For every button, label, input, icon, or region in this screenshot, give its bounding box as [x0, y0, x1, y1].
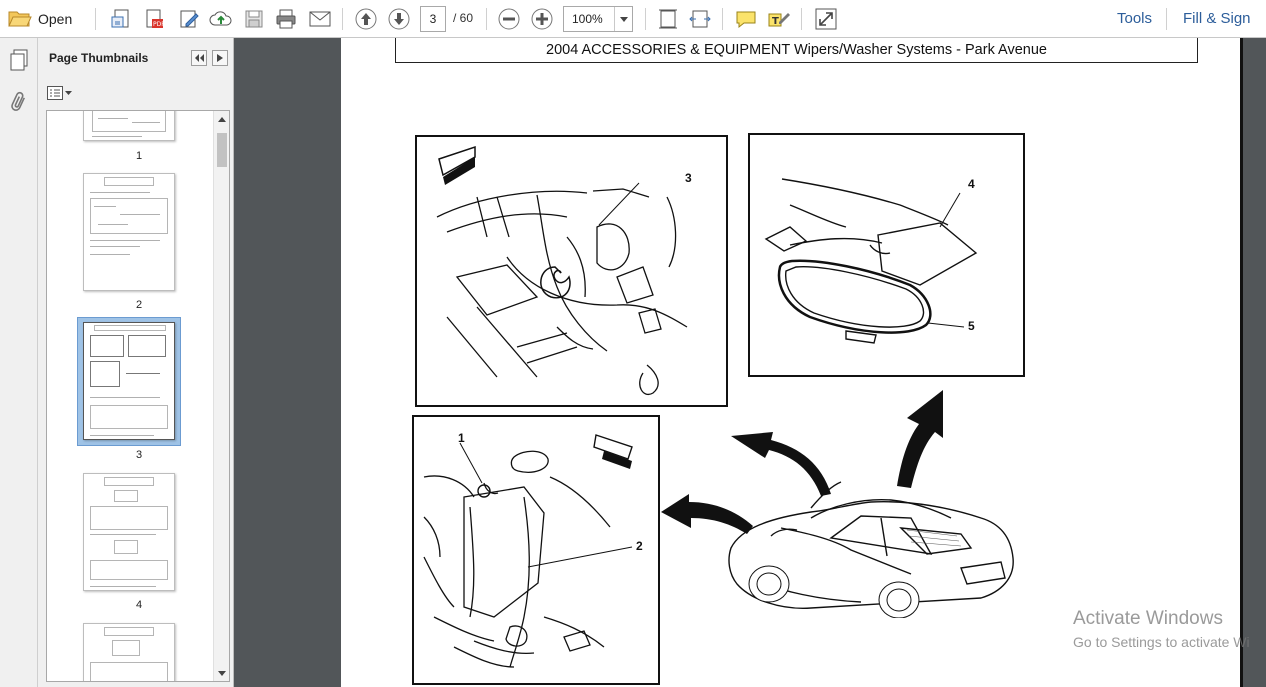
page-total: / 60 [453, 11, 474, 25]
fit-width-button[interactable] [687, 6, 713, 32]
next-page-button[interactable] [386, 6, 412, 32]
create-pdf-button[interactable] [108, 6, 134, 32]
callout-number: 3 [685, 171, 692, 185]
activation-watermark-text: Go to Settings to activate Wi [1073, 634, 1250, 650]
toolbar-separator [486, 8, 487, 30]
previous-page-button[interactable] [353, 6, 379, 32]
create-pdf-icon [111, 9, 129, 28]
scrollbar-thumb[interactable] [217, 133, 227, 167]
email-button[interactable] [307, 6, 333, 32]
panel-arrow-button[interactable] [212, 50, 228, 66]
panel-title: Page Thumbnails [49, 51, 149, 65]
washer-reservoir-illustration: 1 2 [412, 415, 660, 685]
print-button[interactable] [273, 6, 299, 32]
svg-text:T: T [772, 16, 779, 27]
comment-button[interactable] [733, 6, 759, 32]
save-button[interactable] [241, 6, 267, 32]
fit-width-icon [689, 10, 711, 28]
tools-link[interactable]: Tools [1117, 10, 1152, 27]
page-thumbnail-2[interactable] [83, 173, 175, 291]
thumbnail-page-number: 3 [135, 449, 143, 461]
chevron-right-icon [217, 54, 223, 62]
zoom-select[interactable]: 100% [563, 6, 633, 32]
collapse-panel-button[interactable] [191, 50, 207, 66]
navigation-rail [0, 38, 38, 687]
edit-pdf-icon [180, 10, 199, 28]
page-thumbnail-3[interactable] [83, 322, 175, 440]
callout-number: 2 [636, 539, 643, 553]
zoom-in-icon [531, 8, 553, 30]
open-label: Open [38, 11, 73, 27]
fullscreen-icon [815, 8, 837, 30]
highlight-button[interactable]: T [766, 6, 792, 32]
save-icon [245, 10, 263, 28]
activation-watermark-title: Activate Windows [1073, 608, 1223, 629]
export-pdf-icon: PDF [146, 9, 165, 28]
thumbnail-list[interactable]: 1 2 3 4 [46, 110, 230, 682]
page-thumbnail-5[interactable] [83, 623, 175, 681]
engine-compartment-illustration: 3 [415, 135, 728, 407]
edit-pdf-button[interactable] [176, 6, 202, 32]
zoom-in-button[interactable] [529, 6, 555, 32]
toolbar-separator [1166, 8, 1167, 30]
chevron-down-icon[interactable] [614, 7, 632, 31]
folder-open-icon [8, 8, 32, 31]
next-page-icon [388, 8, 410, 30]
toolbar-separator [342, 8, 343, 30]
rearview-mirror-illustration: 4 5 [748, 133, 1025, 377]
thumbnail-page-number: 2 [135, 299, 143, 311]
fullscreen-button[interactable] [813, 6, 839, 32]
toolbar-separator [95, 8, 96, 30]
comment-icon [736, 11, 756, 29]
page-thumbnail-4[interactable] [83, 473, 175, 591]
page-thumbnails-icon[interactable] [7, 48, 31, 72]
page-thumbnail-1[interactable] [83, 111, 175, 141]
fit-page-icon [659, 9, 677, 29]
previous-page-icon [355, 8, 377, 30]
double-chevron-left-icon [195, 54, 204, 62]
chevron-down-icon [65, 91, 72, 95]
upload-icon [209, 11, 232, 26]
svg-text:PDF: PDF [153, 21, 165, 28]
toolbar-separator [645, 8, 646, 30]
highlight-icon: T [768, 13, 790, 27]
print-icon [276, 9, 296, 29]
zoom-out-icon [498, 8, 520, 30]
thumbnail-scrollbar[interactable] [213, 111, 229, 681]
callout-number: 4 [968, 177, 975, 191]
toolbar-separator [801, 8, 802, 30]
zoom-out-button[interactable] [496, 6, 522, 32]
attachments-icon[interactable] [7, 90, 31, 114]
pdf-page: 2004 ACCESSORIES & EQUIPMENT Wipers/Wash… [341, 38, 1243, 687]
toolbar-separator [722, 8, 723, 30]
callout-number: 5 [968, 319, 975, 333]
zoom-value: 100% [572, 12, 603, 26]
thumbnail-page-number: 4 [135, 599, 143, 611]
callout-number: 1 [458, 431, 465, 445]
scroll-down-icon[interactable] [216, 667, 228, 679]
vehicle-locator-illustration [661, 390, 1014, 618]
fill-and-sign-link[interactable]: Fill & Sign [1183, 10, 1251, 27]
email-icon [309, 11, 331, 27]
main-toolbar: Open PDF 3 / 60 100% T Tools Fill & Sign [0, 0, 1266, 38]
thumbnails-panel: Page Thumbnails 1 2 3 4 [38, 38, 234, 687]
thumbnail-options-button[interactable] [47, 84, 73, 102]
open-button[interactable]: Open [8, 7, 72, 31]
fit-page-button[interactable] [655, 6, 681, 32]
export-pdf-button[interactable]: PDF [141, 6, 167, 32]
upload-button[interactable] [208, 6, 234, 32]
options-list-icon [47, 86, 63, 100]
page-number-input[interactable]: 3 [420, 6, 446, 32]
page-header: 2004 ACCESSORIES & EQUIPMENT Wipers/Wash… [395, 38, 1198, 63]
document-viewport[interactable]: 2004 ACCESSORIES & EQUIPMENT Wipers/Wash… [234, 38, 1266, 687]
scroll-up-icon[interactable] [216, 113, 228, 125]
thumbnail-page-number: 1 [135, 150, 143, 162]
